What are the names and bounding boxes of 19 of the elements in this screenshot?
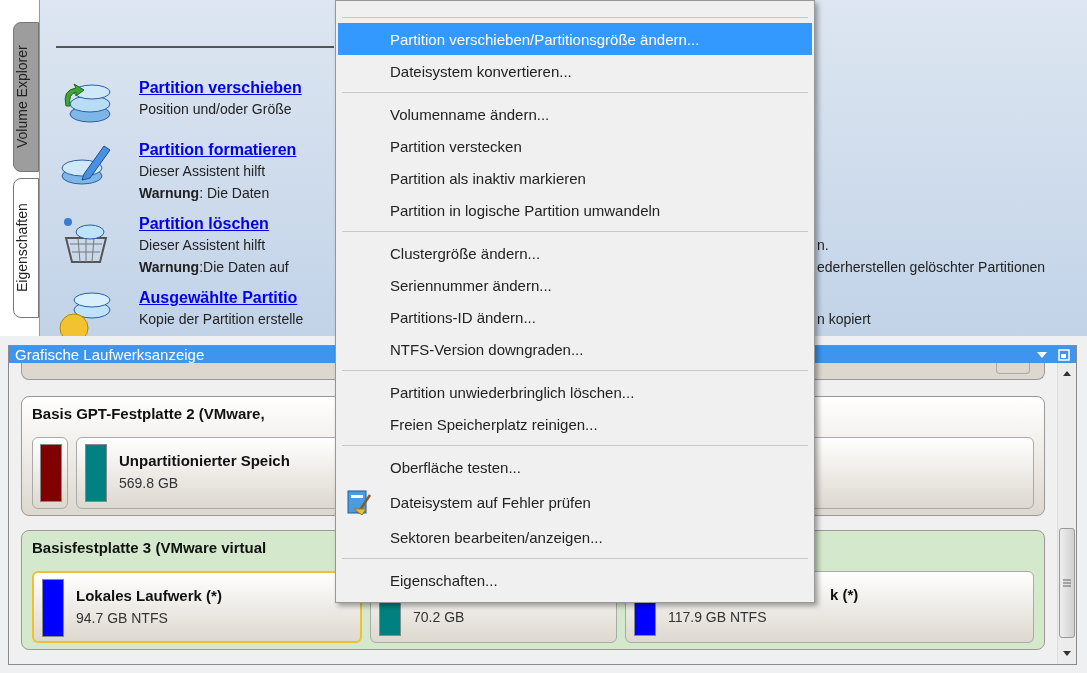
- partition-size: 94.7 GB NTFS: [76, 609, 169, 628]
- task-description: Warnung:Die Daten auf: [139, 259, 289, 275]
- task-description: Dieser Assistent hilft: [139, 237, 266, 253]
- task-description: Kopie der Partition erstelle: [139, 311, 304, 327]
- task-description: n kopiert: [817, 310, 871, 329]
- task-description: n.: [817, 236, 829, 255]
- disk-title: Basis GPT-Festplatte 2 (VMware,: [32, 404, 265, 424]
- partition-size: 569.8 GB: [119, 474, 180, 493]
- disk-title: Basisfestplatte 3 (VMware virtual: [32, 538, 267, 558]
- partition-name: Unpartitionierter Speich: [119, 452, 290, 469]
- partition-size: 117.9 GB NTFS: [667, 608, 768, 627]
- partition-size: 70.2 GB: [413, 608, 465, 627]
- task-description: Position und/oder Größe: [139, 101, 292, 117]
- task-description: Warnung: Die Daten: [139, 185, 270, 201]
- partition-name: Lokales Laufwerk (*): [76, 587, 222, 604]
- task-description: Dieser Assistent hilft: [139, 163, 266, 179]
- panel-title: Grafische Laufwerksanzeige: [15, 346, 205, 363]
- partition-name: k (*): [829, 586, 859, 603]
- task-description: ederherstellen gelöschter Partitionen: [817, 258, 1046, 277]
